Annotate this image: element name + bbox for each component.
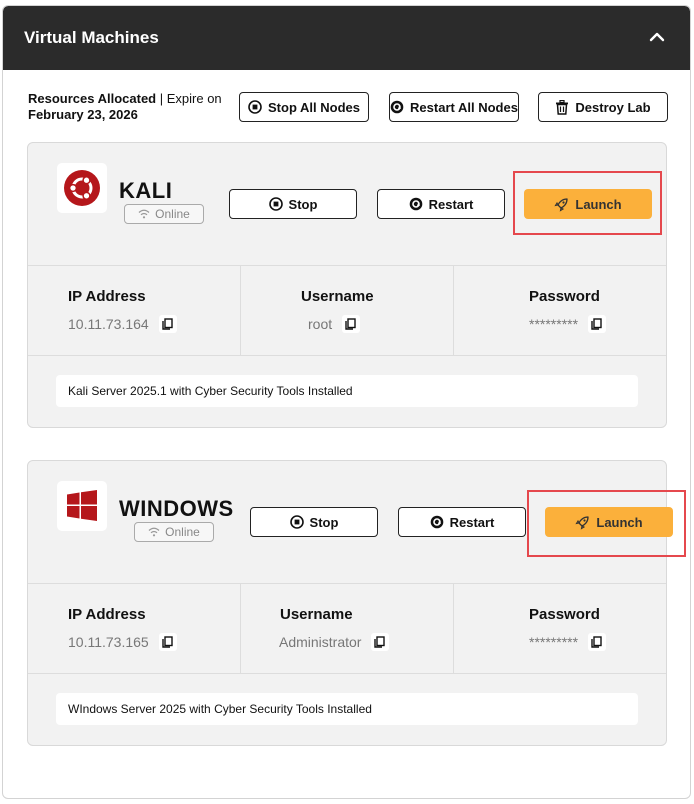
- panel-header[interactable]: Virtual Machines: [3, 6, 690, 70]
- ubuntu-logo-icon: [57, 163, 107, 213]
- vm-description: Kali Server 2025.1 with Cyber Security T…: [56, 375, 638, 407]
- ip-label: IP Address: [68, 288, 146, 305]
- trash-icon: [556, 99, 569, 115]
- credentials-grid: IP Address 10.11.73.165 Username Adminis…: [28, 583, 666, 674]
- vm-description: WIndows Server 2025 with Cyber Security …: [56, 693, 638, 725]
- ip-cell: IP Address 10.11.73.164: [28, 266, 241, 355]
- password-cell: Password *********: [454, 584, 666, 673]
- ip-label: IP Address: [68, 606, 146, 623]
- restart-all-nodes-button[interactable]: Restart All Nodes: [389, 92, 519, 122]
- copy-icon[interactable]: [158, 633, 177, 651]
- destroy-lab-label: Destroy Lab: [575, 99, 651, 115]
- password-value-row: *********: [529, 633, 607, 651]
- stop-button[interactable]: Stop: [250, 507, 378, 537]
- stop-circle-icon: [248, 100, 262, 114]
- resources-label: Resources Allocated: [28, 91, 157, 106]
- wifi-icon: [148, 527, 160, 537]
- restart-label: Restart: [428, 196, 474, 212]
- username-value: root: [308, 316, 333, 332]
- ip-value: 10.11.73.165: [68, 634, 149, 650]
- stop-label: Stop: [288, 196, 318, 212]
- username-label: Username: [280, 606, 353, 623]
- username-value-row: Administrator: [279, 633, 390, 651]
- virtual-machines-panel: Virtual Machines Resources Allocated | E…: [2, 5, 691, 799]
- ip-value-row: 10.11.73.165: [68, 633, 177, 651]
- ip-value-row: 10.11.73.164: [68, 315, 177, 333]
- stop-all-nodes-label: Stop All Nodes: [268, 99, 360, 115]
- stop-button[interactable]: Stop: [229, 189, 357, 219]
- copy-icon[interactable]: [588, 633, 607, 651]
- restart-circle-icon: [390, 100, 404, 114]
- expire-label: Expire on: [166, 91, 222, 106]
- restart-all-nodes-label: Restart All Nodes: [410, 99, 518, 115]
- username-value-row: root: [308, 315, 361, 333]
- stop-label: Stop: [309, 514, 339, 530]
- copy-icon[interactable]: [588, 315, 607, 333]
- rocket-icon: [575, 515, 590, 530]
- password-value: *********: [529, 316, 579, 332]
- restart-button[interactable]: Restart: [377, 189, 505, 219]
- password-label: Password: [529, 606, 600, 623]
- password-cell: Password *********: [454, 266, 666, 355]
- launch-button[interactable]: Launch: [524, 189, 652, 219]
- launch-button[interactable]: Launch: [545, 507, 673, 537]
- restart-circle-icon: [409, 197, 422, 211]
- stop-all-nodes-button[interactable]: Stop All Nodes: [239, 92, 369, 122]
- vm-name: KALI: [119, 178, 173, 203]
- copy-icon[interactable]: [158, 315, 177, 333]
- copy-icon[interactable]: [371, 633, 390, 651]
- status-badge: Online: [124, 204, 204, 224]
- restart-circle-icon: [430, 515, 443, 529]
- password-value-row: *********: [529, 315, 607, 333]
- copy-icon[interactable]: [342, 315, 361, 333]
- vm-card-kali: KALI Online Stop Restart Launch IP Addre…: [27, 142, 667, 428]
- username-cell: Username root: [241, 266, 454, 355]
- username-value: Administrator: [279, 634, 362, 650]
- status-label: Online: [155, 207, 190, 221]
- expire-date: February 23, 2026: [28, 107, 138, 122]
- status-badge: Online: [134, 522, 214, 542]
- stop-circle-icon: [268, 197, 283, 211]
- password-label: Password: [529, 288, 600, 305]
- rocket-icon: [554, 197, 569, 212]
- restart-button[interactable]: Restart: [398, 507, 526, 537]
- wifi-icon: [138, 209, 150, 219]
- password-value: *********: [529, 634, 579, 650]
- resources-info: Resources Allocated | Expire on February…: [28, 91, 222, 123]
- windows-logo-icon: [57, 481, 107, 531]
- chevron-up-icon[interactable]: [648, 28, 666, 46]
- vm-name: WINDOWS: [119, 496, 234, 521]
- status-label: Online: [165, 525, 200, 539]
- launch-label: Launch: [596, 514, 643, 530]
- destroy-lab-button[interactable]: Destroy Lab: [538, 92, 668, 122]
- launch-label: Launch: [575, 196, 622, 212]
- ip-cell: IP Address 10.11.73.165: [28, 584, 241, 673]
- stop-circle-icon: [289, 515, 304, 529]
- username-cell: Username Administrator: [241, 584, 454, 673]
- credentials-grid: IP Address 10.11.73.164 Username root Pa…: [28, 265, 666, 356]
- panel-title: Virtual Machines: [24, 28, 159, 47]
- vm-card-windows: WINDOWS Online Stop Restart Launch IP Ad…: [27, 460, 686, 746]
- resources-separator: |: [156, 91, 167, 106]
- ip-value: 10.11.73.164: [68, 316, 149, 332]
- restart-label: Restart: [449, 514, 495, 530]
- username-label: Username: [301, 288, 374, 305]
